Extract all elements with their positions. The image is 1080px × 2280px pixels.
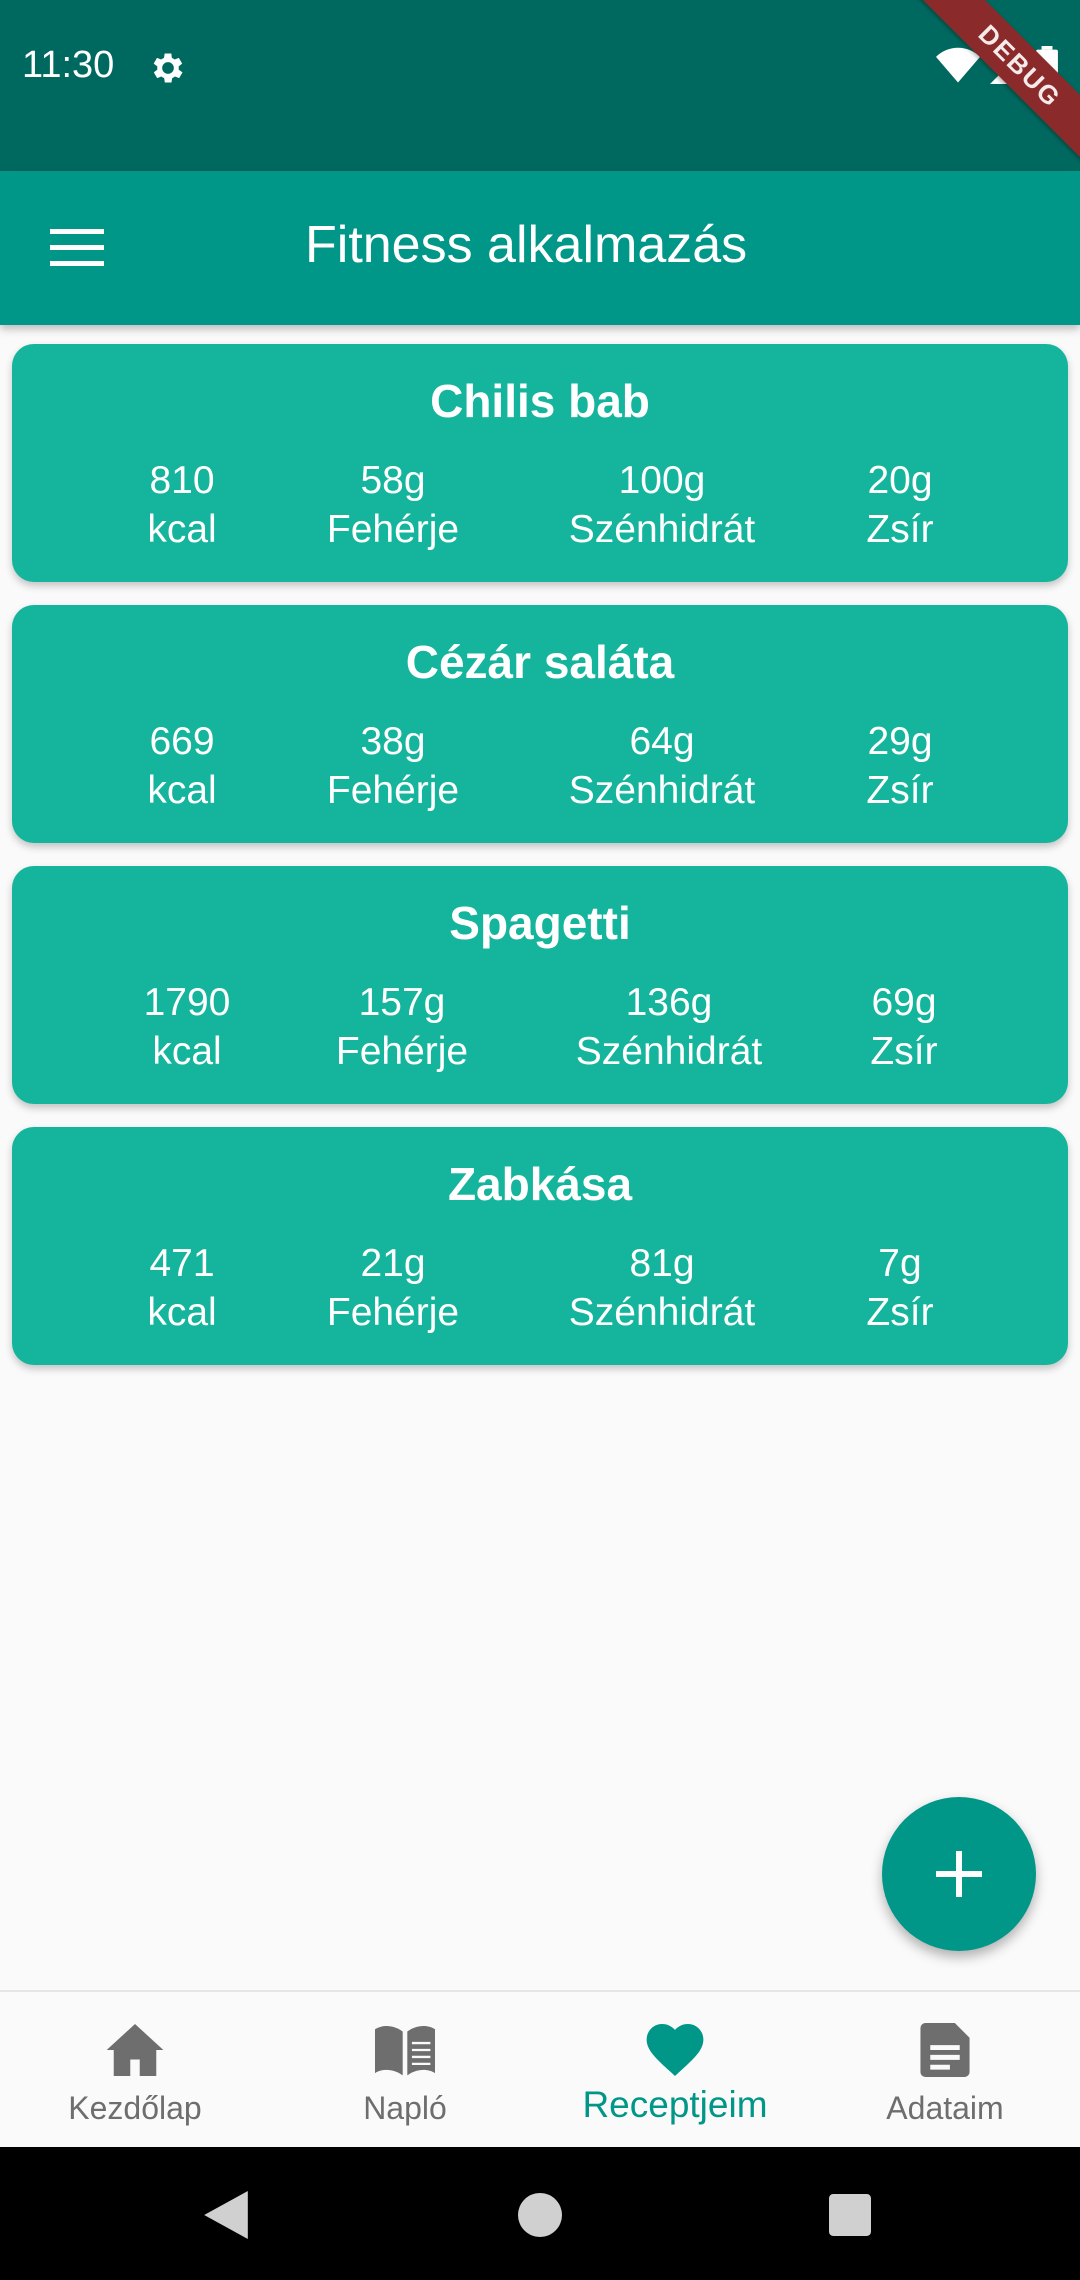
protein-stat: 157g Fehérje — [336, 978, 468, 1076]
wifi-icon — [936, 47, 980, 90]
fat-label: Zsír — [866, 508, 934, 551]
status-bar: 11:30 DEBUG — [0, 0, 1080, 174]
bottom-navigation: Kezdőlap Napló Receptjeim Adataim — [0, 1990, 1080, 2149]
book-icon — [375, 2020, 435, 2080]
nav-label: Kezdőlap — [68, 2090, 202, 2126]
kcal-stat: 810 kcal — [147, 456, 216, 554]
document-icon — [915, 2020, 975, 2080]
recipe-name: Spagetti — [449, 897, 631, 949]
recipe-card[interactable]: Cézár saláta 669 kcal 38g Fehérje 64g Szénh… — [12, 605, 1068, 843]
nav-item-my-data[interactable]: Adataim — [810, 1992, 1080, 2149]
fat-value: 29g — [867, 720, 933, 763]
fat-stat: 20g Zsír — [866, 456, 933, 554]
fat-label: Zsír — [870, 1030, 938, 1073]
plus-icon — [936, 1851, 982, 1897]
carbs-stat: 81g Szénhidrát — [569, 1239, 755, 1337]
carbs-value: 64g — [629, 720, 695, 763]
fat-label: Zsír — [866, 1291, 934, 1334]
recipe-card[interactable]: Chilis bab 810 kcal 58g Fehérje 100g Szénhi… — [12, 344, 1068, 582]
protein-label: Fehérje — [326, 1291, 460, 1334]
protein-stat: 58g Fehérje — [327, 456, 459, 554]
carbs-label: Szénhidrát — [568, 508, 756, 551]
nav-item-journal[interactable]: Napló — [270, 1992, 540, 2149]
recipe-list: Chilis bab 810 kcal 58g Fehérje 100g Szénhi… — [12, 344, 1068, 1388]
status-time: 11:30 — [22, 44, 115, 86]
kcal-stat: 669 kcal — [147, 717, 216, 815]
add-recipe-button[interactable] — [882, 1797, 1036, 1951]
page-title: Fitness alkalmazás — [305, 216, 748, 274]
protein-label: Fehérje — [326, 508, 460, 551]
protein-label: Fehérje — [326, 769, 460, 812]
protein-value: 157g — [358, 981, 446, 1024]
kcal-label: kcal — [147, 508, 217, 551]
carbs-stat: 100g Szénhidrát — [569, 456, 755, 554]
recipe-name: Chilis bab — [430, 375, 650, 427]
recipe-card[interactable]: Zabkása 471 kcal 21g Fehérje 81g Szénhidrát… — [12, 1127, 1068, 1365]
nav-item-my-recipes[interactable]: Receptjeim — [540, 1992, 810, 2149]
kcal-stat: 471 kcal — [147, 1239, 216, 1337]
carbs-label: Szénhidrát — [568, 769, 756, 812]
fat-stat: 69g Zsír — [870, 978, 937, 1076]
app-bar: Fitness alkalmazás — [0, 171, 1080, 325]
fat-stat: 29g Zsír — [866, 717, 933, 815]
heart-icon — [645, 2020, 705, 2080]
recipe-name: Cézár saláta — [405, 636, 675, 688]
kcal-label: kcal — [152, 1030, 222, 1073]
system-navigation-bar — [0, 2147, 1080, 2280]
protein-stat: 21g Fehérje — [327, 1239, 459, 1337]
fat-value: 69g — [871, 981, 937, 1024]
carbs-value: 81g — [629, 1242, 695, 1285]
kcal-value: 810 — [149, 459, 215, 502]
hamburger-menu-icon — [50, 229, 104, 266]
nav-item-home[interactable]: Kezdőlap — [0, 1992, 270, 2149]
fat-stat: 7g Zsír — [866, 1239, 933, 1337]
kcal-stat: 1790 kcal — [144, 978, 231, 1076]
recipe-name: Zabkása — [447, 1158, 633, 1210]
kcal-value: 471 — [149, 1242, 215, 1285]
settings-gear-icon — [148, 48, 188, 88]
kcal-value: 669 — [149, 720, 215, 763]
protein-stat: 38g Fehérje — [327, 717, 459, 815]
carbs-stat: 136g Szénhidrát — [576, 978, 762, 1076]
kcal-label: kcal — [147, 1291, 217, 1334]
protein-value: 21g — [360, 1242, 426, 1285]
fat-value: 20g — [867, 459, 933, 502]
nav-label: Adataim — [886, 2090, 1004, 2126]
menu-button[interactable] — [40, 211, 114, 285]
protein-label: Fehérje — [335, 1030, 469, 1073]
recipe-card[interactable]: Spagetti 1790 kcal 157g Fehérje 136g Szénhi… — [12, 866, 1068, 1104]
nav-label: Receptjeim — [582, 2084, 768, 2125]
kcal-value: 1790 — [143, 981, 231, 1024]
carbs-label: Szénhidrát — [575, 1030, 763, 1073]
carbs-label: Szénhidrát — [568, 1291, 756, 1334]
carbs-value: 136g — [625, 981, 713, 1024]
kcal-label: kcal — [147, 769, 217, 812]
home-circle-icon[interactable] — [510, 2185, 570, 2245]
carbs-stat: 64g Szénhidrát — [569, 717, 755, 815]
carbs-value: 100g — [618, 459, 706, 502]
protein-value: 38g — [360, 720, 426, 763]
back-triangle-icon[interactable] — [196, 2185, 256, 2245]
fat-label: Zsír — [866, 769, 934, 812]
recents-square-icon[interactable] — [820, 2185, 880, 2245]
fat-value: 7g — [878, 1242, 922, 1285]
protein-value: 58g — [360, 459, 426, 502]
nav-label: Napló — [363, 2090, 447, 2126]
home-icon — [105, 2020, 165, 2080]
